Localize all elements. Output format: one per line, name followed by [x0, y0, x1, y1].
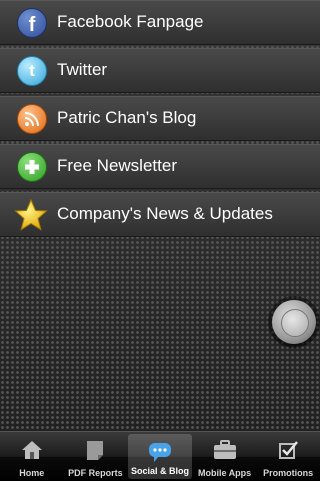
- assistive-touch-inner: [281, 309, 309, 337]
- tab-bar: Home PDF Reports Social & Blog Mobile Ap…: [0, 431, 320, 481]
- home-icon: [20, 438, 44, 462]
- tab-label: Home: [19, 468, 45, 478]
- tab-label: Social & Blog: [130, 466, 189, 476]
- tab-label: Mobile Apps: [197, 468, 252, 478]
- tab-mobile-apps[interactable]: Mobile Apps: [193, 432, 257, 481]
- tab-promotions[interactable]: Promotions: [256, 432, 320, 481]
- menu-item-label: Free Newsletter: [57, 156, 177, 175]
- rss-icon: [17, 104, 47, 134]
- plus-icon: [17, 152, 47, 182]
- briefcase-icon: [213, 438, 237, 462]
- twitter-icon: t: [17, 56, 47, 86]
- menu-item-news[interactable]: Company's News & Updates: [0, 192, 320, 237]
- menu-item-twitter[interactable]: t Twitter: [0, 48, 320, 93]
- checkbox-icon: [276, 438, 300, 462]
- menu-item-label: Facebook Fanpage: [57, 12, 204, 31]
- social-menu: f Facebook Fanpage t Twitter Patric Chan…: [0, 0, 320, 240]
- facebook-icon: f: [17, 8, 47, 38]
- menu-item-label: Twitter: [57, 60, 108, 79]
- tab-social-blog[interactable]: Social & Blog: [128, 434, 192, 479]
- tab-pdf-reports[interactable]: PDF Reports: [64, 432, 128, 481]
- chat-bubble-icon: [148, 440, 172, 464]
- star-icon: [14, 198, 48, 232]
- menu-item-newsletter[interactable]: Free Newsletter: [0, 144, 320, 189]
- assistive-touch-button[interactable]: [272, 300, 316, 344]
- tab-label: PDF Reports: [68, 468, 123, 478]
- document-icon: [83, 438, 107, 462]
- menu-item-label: Company's News & Updates: [57, 204, 273, 223]
- tab-home[interactable]: Home: [0, 432, 64, 481]
- menu-item-label: Patric Chan's Blog: [57, 108, 197, 127]
- tab-label: Promotions: [263, 468, 314, 478]
- menu-item-blog[interactable]: Patric Chan's Blog: [0, 96, 320, 141]
- menu-item-facebook[interactable]: f Facebook Fanpage: [0, 0, 320, 45]
